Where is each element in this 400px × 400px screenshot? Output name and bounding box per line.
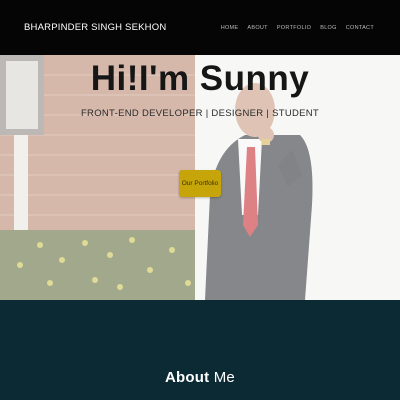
hero-title: Hi!I'm Sunny [90,59,310,98]
site-brand[interactable]: BHARPINDER SINGH SEKHON [24,22,166,33]
about-heading-bold: About [165,369,210,386]
navbar: BHARPINDER SINGH SEKHON HOME ABOUT PORTF… [0,0,400,55]
our-portfolio-button[interactable]: Our Portfolio [179,170,221,197]
about-heading-light: Me [213,369,235,386]
hero-subtitle: FRONT-END DEVELOPER | DESIGNER | STUDENT [80,108,320,119]
nav-link-about[interactable]: ABOUT [247,25,267,31]
nav-link-home[interactable]: HOME [221,25,239,31]
nav-link-portfolio[interactable]: PORTFOLIO [277,25,311,31]
about-heading: About Me [0,369,400,386]
nav-link-contact[interactable]: CONTACT [346,25,374,31]
hero-section: Hi!I'm Sunny FRONT-END DEVELOPER | DESIG… [0,55,400,300]
nav-link-blog[interactable]: BLOG [320,25,336,31]
nav-links: HOME ABOUT PORTFOLIO BLOG CONTACT [221,25,374,31]
about-section: About Me [0,300,400,400]
